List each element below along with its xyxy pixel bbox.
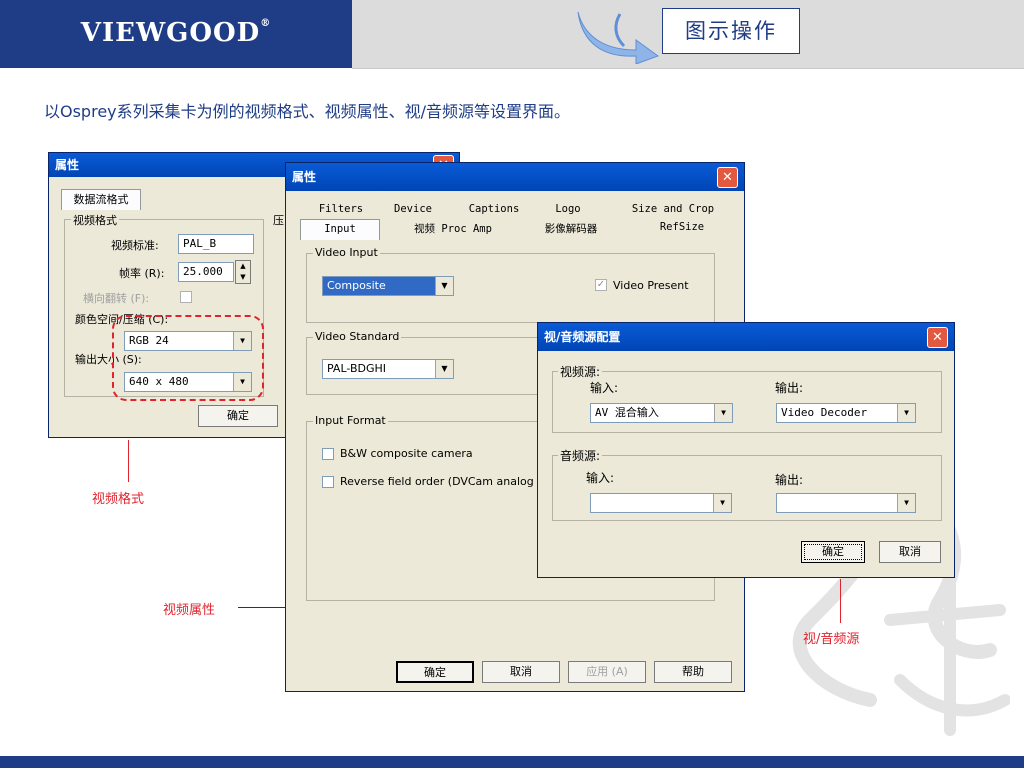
frame-rate-spinner[interactable]: ▲ ▼ [235,260,251,284]
bw-label: B&W composite camera [340,447,473,460]
window-titlebar: 属性 [286,163,744,191]
leader-line [840,579,841,623]
group-label: Input Format [313,414,388,427]
group-label: Video Standard [313,330,402,343]
audio-output-select[interactable]: ▼ [776,493,916,513]
video-input-select[interactable]: AV 混合输入 ▼ [590,403,733,423]
flip-checkbox[interactable] [180,291,192,303]
tab-stream-format[interactable]: 数据流格式 [61,189,141,210]
video-input-label: 输入: [590,381,619,395]
chevron-down-icon[interactable]: ▼ [713,494,731,512]
curved-arrow-icon [577,11,660,64]
audio-input-label: 输入: [586,471,615,485]
flip-label: 横向翻转 (F): [83,292,150,305]
av-source-window: 视/音频源配置 ✕ 视频源: 输入: 输出: AV 混合输入 ▼ Video De… [537,322,955,578]
reverse-checkbox[interactable] [322,476,334,488]
tab-proc-amp[interactable]: 视频 Proc Amp [398,221,508,236]
leader-line [128,440,129,482]
side-label: 压 [273,214,284,227]
video-present-checkbox[interactable]: ✓ [595,279,607,291]
tab-refsize[interactable]: RefSize [640,221,724,233]
tab-filters[interactable]: Filters [306,203,376,215]
group-label: 视频源: [558,363,603,380]
audio-input-select[interactable]: ▼ [590,493,732,513]
video-standard-label: 视频标准: [111,239,159,252]
help-button[interactable]: 帮助 [654,661,732,683]
tab-decoder[interactable]: 影像解码器 [526,221,616,236]
group-label: Video Input [313,246,380,259]
cancel-button[interactable]: 取消 [482,661,560,683]
frame-rate-label: 帧率 (R): [119,267,165,280]
chevron-down-icon[interactable]: ▼ [897,494,915,512]
leader-line [238,607,285,608]
bw-checkbox[interactable] [322,448,334,460]
highlight-box [112,315,264,401]
page-title: 图示操作 [662,8,800,54]
cancel-button[interactable]: 取消 [879,541,941,563]
group-label: 视频格式 [71,212,119,228]
annotation-video-format: 视频格式 [92,492,145,507]
video-present-label: Video Present [613,279,689,292]
tab-size-and-crop[interactable]: Size and Crop [622,203,724,215]
logo: VIEWGOOD® [80,18,272,48]
close-button[interactable]: ✕ [927,327,948,348]
tab-device[interactable]: Device [382,203,444,215]
reverse-label: Reverse field order (DVCam analog tra [340,475,553,488]
group-label: 音频源: [558,447,603,464]
tab-captions[interactable]: Captions [458,203,530,215]
apply-button[interactable]: 应用 (A) [568,661,646,683]
annotation-video-properties: 视频属性 [163,603,216,618]
video-output-select[interactable]: Video Decoder ▼ [776,403,916,423]
video-input-select[interactable]: Composite ▼ [322,276,454,296]
footer-bar [0,756,1024,768]
chevron-down-icon[interactable]: ▼ [435,277,453,295]
video-output-label: 输出: [775,381,804,395]
audio-output-label: 输出: [775,473,804,487]
chevron-down-icon[interactable]: ▼ [897,404,915,422]
ok-button[interactable]: 确定 [396,661,474,683]
chevron-down-icon[interactable]: ▼ [714,404,732,422]
video-standard-select[interactable]: PAL-BDGHI ▼ [322,359,454,379]
tab-logo[interactable]: Logo [538,203,598,215]
ok-button[interactable]: 确定 [198,405,278,427]
ok-button[interactable]: 确定 [801,541,865,563]
video-standard-field[interactable]: PAL_B [178,234,254,254]
frame-rate-field[interactable]: 25.000 [178,262,234,282]
annotation-av-source: 视/音频源 [803,632,860,647]
tab-input[interactable]: Input [300,219,380,240]
window-titlebar: 视/音频源配置 [538,323,954,351]
subtitle: 以Osprey系列采集卡为例的视频格式、视频属性、视/音频源等设置界面。 [44,102,571,121]
chevron-down-icon[interactable]: ▼ [435,360,453,378]
close-button[interactable]: ✕ [717,167,738,188]
